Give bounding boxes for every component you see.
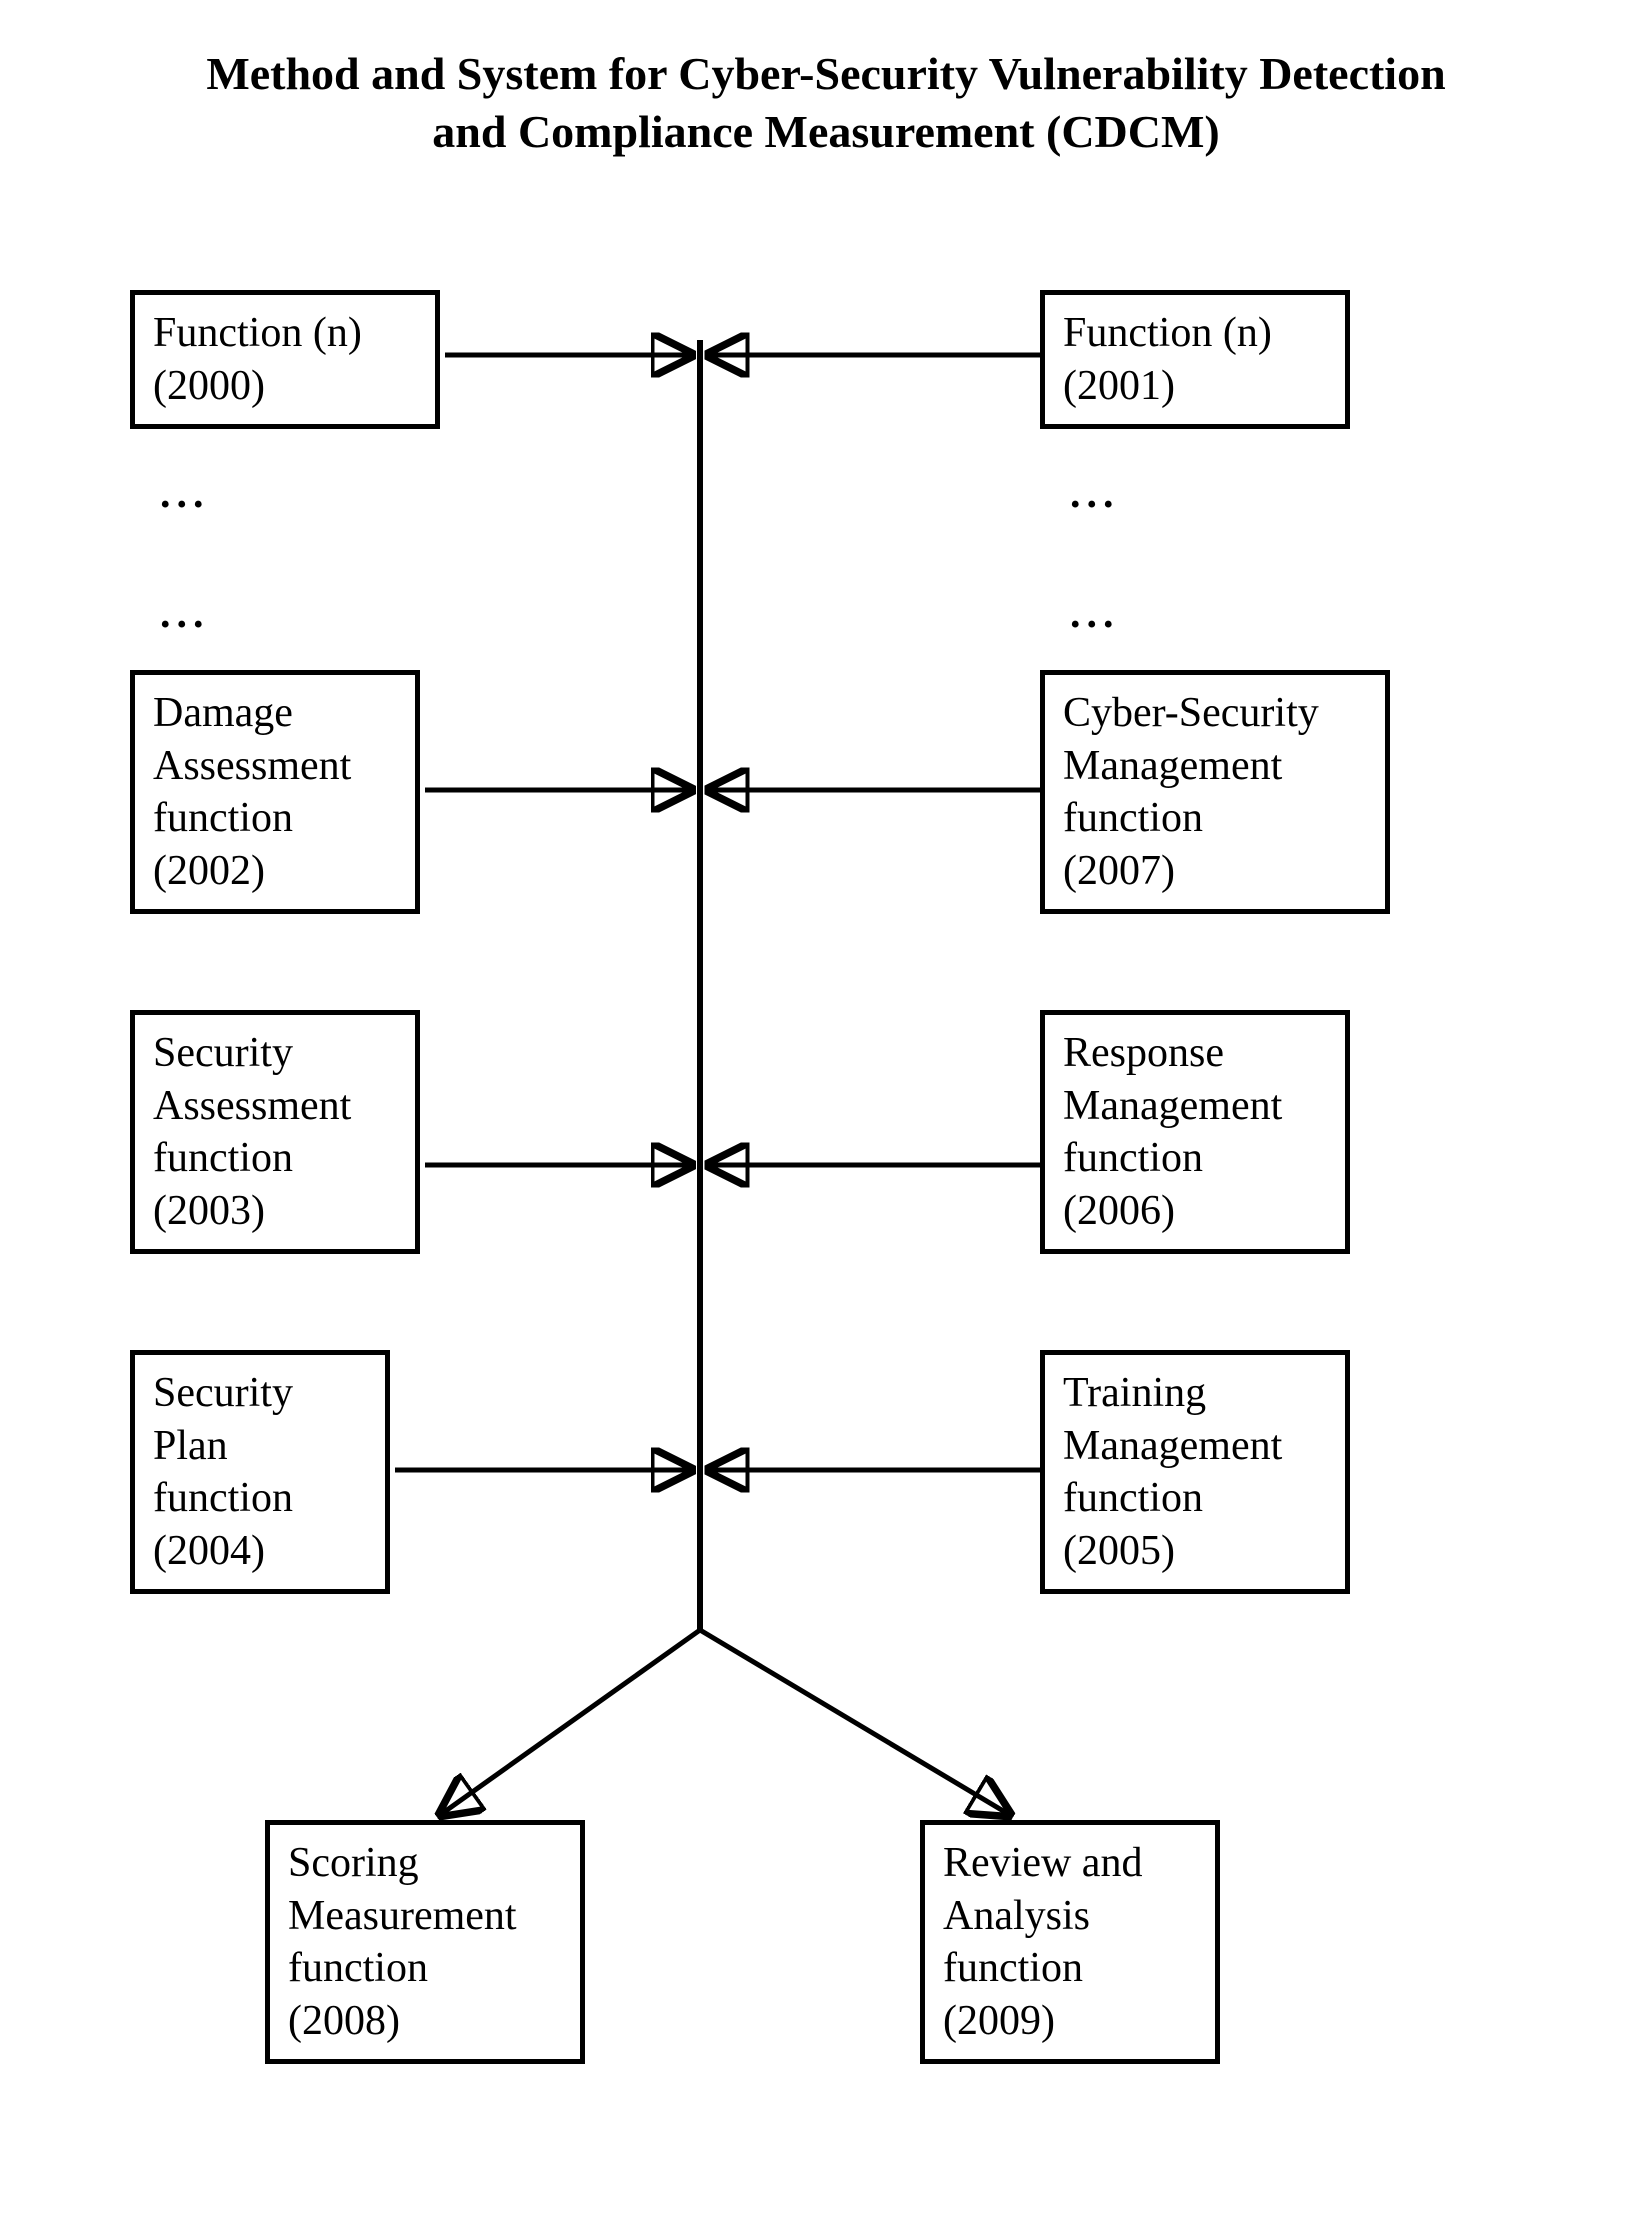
diagram-title: Method and System for Cyber-Security Vul… [0,45,1652,160]
box-damage-assessment-2002: DamageAssessmentfunction(2002) [130,670,420,914]
title-line-1: Method and System for Cyber-Security Vul… [206,48,1445,99]
box-function-n-2001: Function (n)(2001) [1040,290,1350,429]
ellipsis: ... [160,590,210,638]
box-scoring-measurement-2008: ScoringMeasurementfunction(2008) [265,1820,585,2064]
ellipsis: ... [1070,590,1120,638]
ellipsis: ... [1070,470,1120,518]
box-training-mgmt-2005: TrainingManagementfunction(2005) [1040,1350,1350,1594]
box-security-assessment-2003: SecurityAssessmentfunction(2003) [130,1010,420,1254]
ellipsis: ... [160,470,210,518]
box-review-analysis-2009: Review andAnalysisfunction(2009) [920,1820,1220,2064]
title-line-2: and Compliance Measurement (CDCM) [432,106,1219,157]
box-function-n-2000: Function (n)(2000) [130,290,440,429]
box-security-plan-2004: SecurityPlanfunction(2004) [130,1350,390,1594]
diagram-page: Method and System for Cyber-Security Vul… [0,0,1652,2225]
box-response-mgmt-2006: ResponseManagementfunction(2006) [1040,1010,1350,1254]
box-cybersecurity-mgmt-2007: Cyber-SecurityManagementfunction(2007) [1040,670,1390,914]
